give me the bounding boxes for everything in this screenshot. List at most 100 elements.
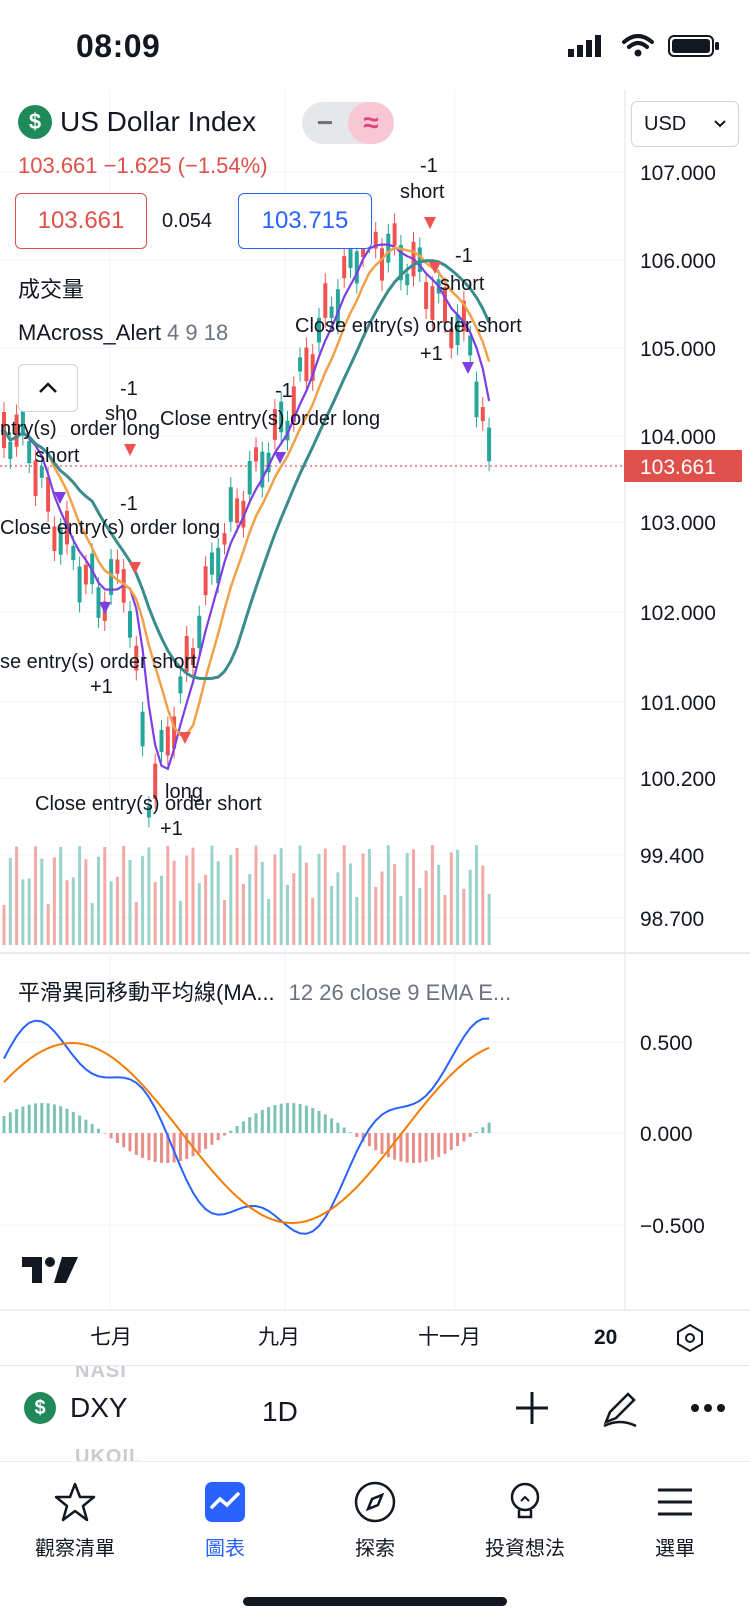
indicator-name: MAcross_Alert — [18, 320, 162, 345]
symbol-ticker: DXY — [70, 1392, 128, 1423]
candle-body — [71, 545, 76, 561]
sell-price-button[interactable]: 103.661 — [15, 193, 147, 249]
volume-bar — [399, 895, 403, 945]
macd-axis-label: −0.500 — [640, 1215, 705, 1238]
macd-indicator-label[interactable]: 平滑異同移動平均線(MA... 12 26 close 9 EMA E... — [18, 975, 511, 1007]
volume-bar — [147, 847, 151, 945]
macd-histogram-bar — [267, 1107, 271, 1133]
symbol-selector[interactable]: $ DXY — [24, 1392, 128, 1424]
draw-pen-icon[interactable] — [600, 1388, 640, 1428]
macd-histogram-bar — [204, 1133, 208, 1150]
volume-bar — [487, 893, 491, 945]
volume-bar — [122, 845, 126, 945]
volume-bar — [185, 855, 189, 945]
volume-bar — [267, 898, 271, 945]
macd-histogram-bar — [412, 1133, 415, 1163]
last-price-label: 103.661 — [640, 456, 716, 479]
price-axis-label: 100.200 — [640, 768, 716, 791]
tab-label: 選單 — [655, 1538, 695, 1560]
volume-bar — [229, 855, 233, 945]
candle-body — [354, 251, 359, 284]
price-axis-label: 102.000 — [640, 602, 716, 625]
compass-icon — [354, 1481, 396, 1523]
signal-annotation: +1 — [420, 343, 443, 365]
minus-icon[interactable]: − — [302, 102, 348, 144]
volume-bar — [273, 854, 277, 945]
interval-selector[interactable]: 1D — [262, 1396, 298, 1428]
volume-bar — [197, 883, 201, 945]
macross-indicator-label[interactable]: MAcross_Alert 4 9 18 — [18, 320, 228, 346]
volume-bar — [216, 861, 220, 945]
currency-select[interactable]: USD — [631, 101, 739, 147]
volume-bar — [342, 845, 346, 945]
candle-body — [474, 381, 479, 418]
tab-watchlist[interactable]: 觀察清單 — [0, 1480, 150, 1561]
volume-bar — [292, 873, 296, 945]
volume-bar — [386, 845, 390, 945]
volume-bar — [260, 861, 264, 945]
hexagon-settings-icon — [677, 1323, 703, 1353]
tab-explore[interactable]: 探索 — [300, 1480, 450, 1561]
volume-indicator-label[interactable]: 成交量 — [18, 272, 84, 304]
candle-body — [342, 256, 347, 279]
volume-bar — [153, 882, 157, 945]
macd-histogram-bar — [21, 1106, 25, 1133]
macd-histogram-bar — [90, 1124, 94, 1133]
macd-histogram-bar — [418, 1133, 422, 1163]
volume-bar — [128, 859, 132, 945]
volume-bar — [336, 872, 340, 945]
candle-body — [254, 447, 258, 462]
macd-histogram-bar — [405, 1133, 409, 1163]
signal-annotation: se entry(s) order short — [0, 651, 197, 673]
volume-bar — [367, 848, 371, 945]
price-axis-label: 99.400 — [640, 845, 704, 868]
more-icon[interactable] — [690, 1403, 726, 1413]
macd-histogram-bar — [109, 1133, 113, 1139]
macd-histogram-bar — [40, 1103, 44, 1133]
candle-body — [480, 407, 485, 422]
candle-body — [298, 357, 303, 372]
volume-bar — [298, 845, 302, 945]
macd-histogram-bar — [134, 1133, 138, 1155]
macd-histogram-bar — [311, 1108, 315, 1133]
signal-annotation: -1 — [275, 380, 293, 402]
volume-bar — [279, 848, 283, 945]
chart-mode-toggle[interactable]: − ≈ — [302, 102, 394, 144]
candle-body — [159, 729, 164, 753]
macd-histogram-bar — [103, 1133, 107, 1134]
signal-annotation: +1 — [160, 818, 183, 840]
plus-icon[interactable] — [514, 1390, 550, 1426]
candle-body — [380, 248, 384, 281]
candle-body — [247, 460, 252, 495]
candle-body — [424, 282, 429, 309]
macd-histogram-bar — [254, 1113, 258, 1133]
candle-body — [392, 223, 397, 246]
macd-histogram-bar — [456, 1133, 460, 1146]
collapse-indicators-button[interactable] — [18, 364, 78, 412]
signal-annotation: Close entry(s) order long — [0, 517, 220, 539]
symbol-header[interactable]: $ US Dollar Index — [18, 105, 256, 139]
symbol-bar: NASI UKOIL $ DXY 1D — [0, 1365, 750, 1462]
tab-label: 圖表 — [205, 1538, 245, 1560]
tab-ideas[interactable]: 投資想法 — [450, 1480, 600, 1561]
buy-price-button[interactable]: 103.715 — [238, 193, 372, 249]
tab-chart[interactable]: 圖表 — [150, 1480, 300, 1561]
signal-annotation: short — [400, 181, 445, 203]
candle-body — [27, 440, 32, 464]
macd-histogram-bar — [97, 1128, 100, 1133]
volume-bar — [248, 874, 252, 945]
signal-marker — [124, 444, 136, 456]
macd-histogram-bar — [304, 1105, 308, 1133]
macd-histogram-bar — [468, 1133, 472, 1137]
volume-bar — [191, 847, 195, 945]
macd-histogram-bar — [223, 1133, 226, 1136]
volume-bar — [405, 852, 409, 945]
macd-histogram-bar — [210, 1133, 214, 1145]
wave-icon[interactable]: ≈ — [348, 102, 394, 144]
volume-bar — [437, 864, 441, 945]
tab-menu[interactable]: 選單 — [600, 1480, 750, 1561]
volume-bar — [330, 885, 334, 945]
chart-settings-button[interactable] — [672, 1320, 708, 1356]
macd-histogram-bar — [367, 1133, 371, 1147]
chart-icon — [205, 1482, 245, 1522]
